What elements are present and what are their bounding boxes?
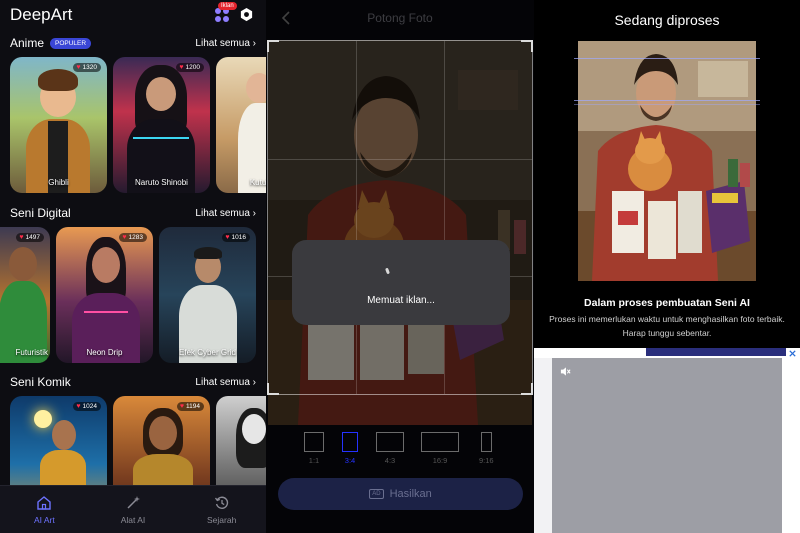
like-count: ♥ 1024 [73,402,101,411]
like-count: ♥ 1016 [222,233,250,242]
loading-dialog [292,240,510,325]
crop-handle-top-left[interactable] [267,40,279,52]
close-ad-icon[interactable] [788,349,797,358]
ad-icon: AD [369,489,384,499]
generate-label: Hasilkan [389,488,432,500]
settings-icon[interactable] [239,7,254,22]
scan-line [574,100,760,101]
section-header-anime: Anime POPULER Lihat semua [10,35,256,51]
mute-icon[interactable] [560,366,571,377]
see-all-link[interactable]: Lihat semua [195,38,256,49]
generate-button[interactable]: AD Hasilkan [278,478,523,510]
card-row-seni-digital: ♥ 1497 Futuristik ♥ 1283 Neon Drip ♥ 1016 E… [0,227,266,365]
style-card-futuristik[interactable]: ♥ 1497 Futuristik [0,227,50,363]
ratio-option-4-3[interactable]: 4:3 [376,432,404,465]
like-count: ♥ 1200 [176,63,204,72]
loading-text: Memuat iklan... [367,295,435,306]
processing-description: Proses ini memerlukan waktu untuk mengha… [549,314,785,338]
section-title: Seni Komik [10,375,71,389]
like-count: ♥ 1320 [73,63,101,72]
card-caption: Kutukan [249,178,266,187]
ad-side-area [534,358,552,533]
bottom-navigation: AI Art Alat AI Sejarah [0,485,266,533]
ad-media[interactable] [552,358,782,533]
ratio-option-3-4[interactable]: 3:4 [342,432,358,465]
nav-ai-art[interactable]: AI Art [0,486,89,533]
app-title: DeepArt [10,5,73,24]
nav-label: Alat AI [120,514,146,525]
see-all-link[interactable]: Lihat semua [195,377,256,388]
ad-badge: Iklan [218,1,237,10]
card-caption: Neon Drip [86,348,123,357]
crop-frame[interactable] [267,40,533,395]
screen-title: Sedang diproses [614,12,720,28]
processing-screen: Sedang diproses Dalam proses pembuatan S… [534,0,800,533]
nav-label: AI Art [33,514,55,525]
card-caption: Efek Cyber Grid [179,348,236,357]
section-title: Seni Digital [10,206,71,220]
like-count: ♥ 1283 [119,233,147,242]
aspect-ratio-selector: 1:1 3:4 4:3 16:9 9:16 [266,432,534,472]
card-row-anime: ♥1320 Ghibli ♥1200 Naruto Shinobi Kutuka… [0,57,266,195]
section-header-seni-digital: Seni Digital Lihat semua [10,205,256,221]
style-card-efek-cyber-grid[interactable]: ♥ 1016 Efek Cyber Grid [159,227,256,363]
style-card-kutukan[interactable]: Kutukan [216,57,266,193]
nav-sejarah[interactable]: Sejarah [177,486,266,533]
scan-line [574,104,760,105]
style-card-ghibli[interactable]: ♥ 1320 Ghibli [10,57,107,193]
like-count: ♥ 1194 [176,402,204,411]
style-card-naruto-shinobi[interactable]: ♥ 1200 Naruto Shinobi [113,57,210,193]
crop-handle-top-right[interactable] [521,40,533,52]
processing-heading: Dalam proses pembuatan Seni AI [584,297,750,309]
popular-badge: POPULER [50,37,92,49]
style-card-neon-drip[interactable]: ♥ 1283 Neon Drip [56,227,153,363]
home-screen: DeepArt Iklan Anime POPULER Lihat semua [0,0,266,533]
processing-photo [578,41,756,281]
history-icon [214,496,228,509]
nav-alat-ai[interactable]: Alat AI [89,486,178,533]
card-caption: Futuristik [15,348,48,357]
crop-handle-bottom-right[interactable] [521,383,533,395]
home-icon [37,495,52,510]
ratio-option-16-9[interactable]: 16:9 [421,432,459,465]
ad-banner[interactable] [534,348,800,533]
nav-label: Sejarah [207,514,237,525]
ad-info-strip [646,348,786,356]
see-all-link[interactable]: Lihat semua [195,208,256,219]
scan-line [574,58,760,59]
section-title: Anime [10,36,45,50]
card-caption: Naruto Shinobi [135,178,188,187]
magic-wand-icon [127,495,140,509]
ratio-option-1-1[interactable]: 1:1 [304,432,324,465]
top-bar: DeepArt Iklan [0,0,266,30]
ratio-option-9-16[interactable]: 9:16 [479,432,494,465]
apps-grid-icon[interactable]: Iklan [215,1,237,22]
crop-handle-bottom-left[interactable] [267,383,279,395]
card-caption: Ghibli [48,178,69,187]
portrait-image [578,41,756,281]
like-count: ♥ 1497 [16,233,44,242]
section-header-seni-komik: Seni Komik Lihat semua [10,374,256,390]
